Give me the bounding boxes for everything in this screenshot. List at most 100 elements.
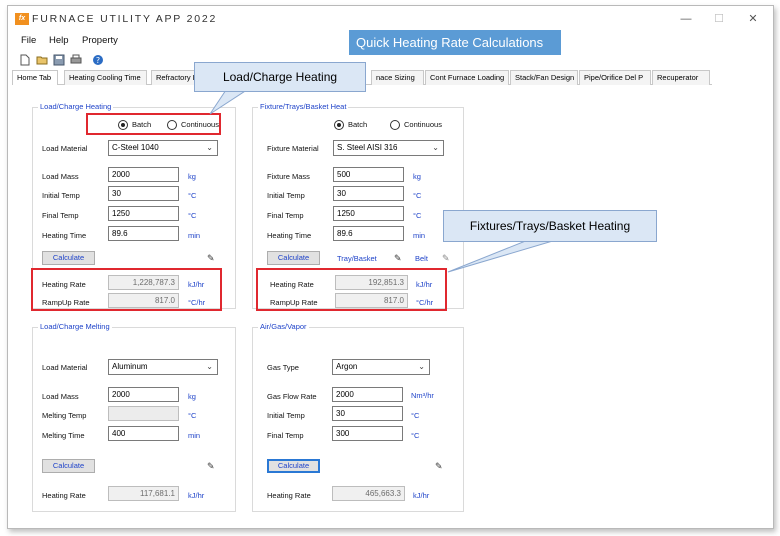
menu-help[interactable]: Help <box>49 35 69 46</box>
gas-flow-unit: Nm³/hr <box>411 391 434 400</box>
load-time-input[interactable]: 89.6 <box>108 226 179 241</box>
print-icon[interactable] <box>70 54 82 66</box>
load-mass-input[interactable]: 2000 <box>108 167 179 182</box>
fixture-final-unit: °C <box>413 211 422 220</box>
main-content: Load/Charge Heating Batch Continuous Loa… <box>8 86 773 526</box>
new-file-icon[interactable] <box>19 54 31 66</box>
load-calculate-button[interactable]: Calculate <box>42 251 95 265</box>
melting-time-label: Melting Time <box>42 431 85 440</box>
fixture-initial-label: Initial Temp <box>267 191 305 200</box>
melting-mass-label: Load Mass <box>42 392 79 401</box>
gas-flow-label: Gas Flow Rate <box>267 392 317 401</box>
belt-link[interactable]: Belt <box>415 254 428 263</box>
melting-mass-input[interactable]: 2000 <box>108 387 179 402</box>
gas-rate-unit: kJ/hr <box>413 491 430 500</box>
fixture-initial-input[interactable]: 30 <box>333 186 404 201</box>
gas-type-select[interactable]: Argon ⌄ <box>332 359 430 375</box>
gas-flow-input[interactable]: 2000 <box>332 387 403 402</box>
fixture-final-input[interactable]: 1250 <box>333 206 404 221</box>
load-melting-group: Load/Charge Melting Load Material Alumin… <box>32 322 236 512</box>
gas-heating-title: Air/Gas/Vapor <box>258 322 309 331</box>
melting-time-input[interactable]: 400 <box>108 426 179 441</box>
tab-furnace-sizing[interactable]: nace Sizing <box>371 70 424 85</box>
gas-edit-pencil-icon[interactable]: ✎ <box>435 461 445 471</box>
melting-time-unit: min <box>188 431 201 440</box>
chevron-down-icon: ⌄ <box>418 362 425 371</box>
chevron-down-icon: ⌄ <box>206 143 213 152</box>
load-heating-title: Load/Charge Heating <box>38 102 114 111</box>
load-final-input[interactable]: 1250 <box>108 206 179 221</box>
tab-cont-furnace-loading[interactable]: Cont Furnace Loading <box>425 70 509 85</box>
help-icon[interactable]: ? <box>92 54 104 66</box>
open-folder-icon[interactable] <box>36 54 48 66</box>
fixture-continuous-label: Continuous <box>404 120 442 129</box>
fixture-material-label: Fixture Material <box>267 144 319 153</box>
load-heating-callout: Load/Charge Heating <box>194 62 366 92</box>
load-initial-input[interactable]: 30 <box>108 186 179 201</box>
fixture-material-select[interactable]: S. Steel AISI 316 ⌄ <box>333 140 444 156</box>
app-title: FURNACE UTILITY APP 2022 <box>32 13 218 25</box>
tab-heating-cooling-time[interactable]: Heating Cooling Time <box>64 70 147 85</box>
melting-calculate-button[interactable]: Calculate <box>42 459 95 473</box>
fixture-mass-label: Fixture Mass <box>267 172 310 181</box>
menu-property[interactable]: Property <box>82 35 118 46</box>
fixture-mass-unit: kg <box>413 172 421 181</box>
load-edit-pencil-icon[interactable]: ✎ <box>207 253 217 263</box>
belt-pencil-icon[interactable]: ✎ <box>442 253 452 263</box>
tray-basket-pencil-icon[interactable]: ✎ <box>394 253 404 263</box>
load-final-unit: °C <box>188 211 197 220</box>
load-material-label: Load Material <box>42 144 88 153</box>
gas-initial-label: Initial Temp <box>267 411 305 420</box>
fixture-continuous-radio[interactable] <box>390 120 400 130</box>
title-bar: fx FURNACE UTILITY APP 2022 — ☐ ✕ <box>8 6 773 32</box>
fixture-time-label: Heating Time <box>267 231 312 240</box>
gas-initial-unit: °C <box>411 411 420 420</box>
melting-rate-label: Heating Rate <box>42 491 86 500</box>
fixture-batch-radio[interactable] <box>334 120 344 130</box>
tab-pipe-orifice[interactable]: Pipe/Orifice Del P <box>579 70 651 85</box>
fixture-time-unit: min <box>413 231 426 240</box>
melting-rate-unit: kJ/hr <box>188 491 205 500</box>
fixture-time-input[interactable]: 89.6 <box>333 226 404 241</box>
melting-temp-unit: °C <box>188 411 197 420</box>
load-material-select[interactable]: C-Steel 1040 ⌄ <box>108 140 218 156</box>
load-melting-title: Load/Charge Melting <box>38 322 112 331</box>
melting-edit-pencil-icon[interactable]: ✎ <box>207 461 217 471</box>
menu-file[interactable]: File <box>21 35 36 46</box>
fixture-initial-unit: °C <box>413 191 422 200</box>
chevron-down-icon: ⌄ <box>432 143 439 152</box>
maximize-button[interactable]: ☐ <box>709 12 729 26</box>
minimize-button[interactable]: — <box>676 12 696 26</box>
fixture-heating-callout: Fixtures/Trays/Basket Heating <box>443 210 657 242</box>
tab-refractory[interactable]: Refractory I <box>151 70 199 85</box>
fixture-calculate-button[interactable]: Calculate <box>267 251 320 265</box>
tab-home[interactable]: Home Tab <box>12 70 58 85</box>
load-initial-unit: °C <box>188 191 197 200</box>
gas-final-unit: °C <box>411 431 420 440</box>
melting-rate-output: 117,681.1 <box>108 486 179 501</box>
fixture-heating-title: Fixture/Trays/Basket Heat <box>258 102 349 111</box>
gas-type-label: Gas Type <box>267 363 299 372</box>
fixture-mass-input[interactable]: 500 <box>333 167 404 182</box>
melting-temp-label: Melting Temp <box>42 411 87 420</box>
load-mass-label: Load Mass <box>42 172 79 181</box>
gas-calculate-button[interactable]: Calculate <box>267 459 320 473</box>
melting-mass-unit: kg <box>188 392 196 401</box>
gas-final-input[interactable]: 300 <box>332 426 403 441</box>
tab-recuperator[interactable]: Recuperator <box>652 70 710 85</box>
fixture-batch-label: Batch <box>348 120 368 129</box>
chevron-down-icon: ⌄ <box>206 362 213 371</box>
app-logo-icon: fx <box>15 13 29 25</box>
gas-final-label: Final Temp <box>267 431 304 440</box>
tab-stack-fan-design[interactable]: Stack/Fan Design <box>510 70 578 85</box>
load-results-highlight <box>31 268 222 311</box>
fixture-final-label: Final Temp <box>267 211 304 220</box>
svg-text:?: ? <box>96 56 100 65</box>
save-icon[interactable] <box>53 54 65 66</box>
tray-basket-link[interactable]: Tray/Basket <box>337 254 377 263</box>
app-window: fx FURNACE UTILITY APP 2022 — ☐ ✕ File H… <box>7 5 774 529</box>
page-banner: Quick Heating Rate Calculations <box>349 30 561 55</box>
close-button[interactable]: ✕ <box>743 12 763 26</box>
melting-material-select[interactable]: Aluminum ⌄ <box>108 359 218 375</box>
gas-initial-input[interactable]: 30 <box>332 406 403 421</box>
